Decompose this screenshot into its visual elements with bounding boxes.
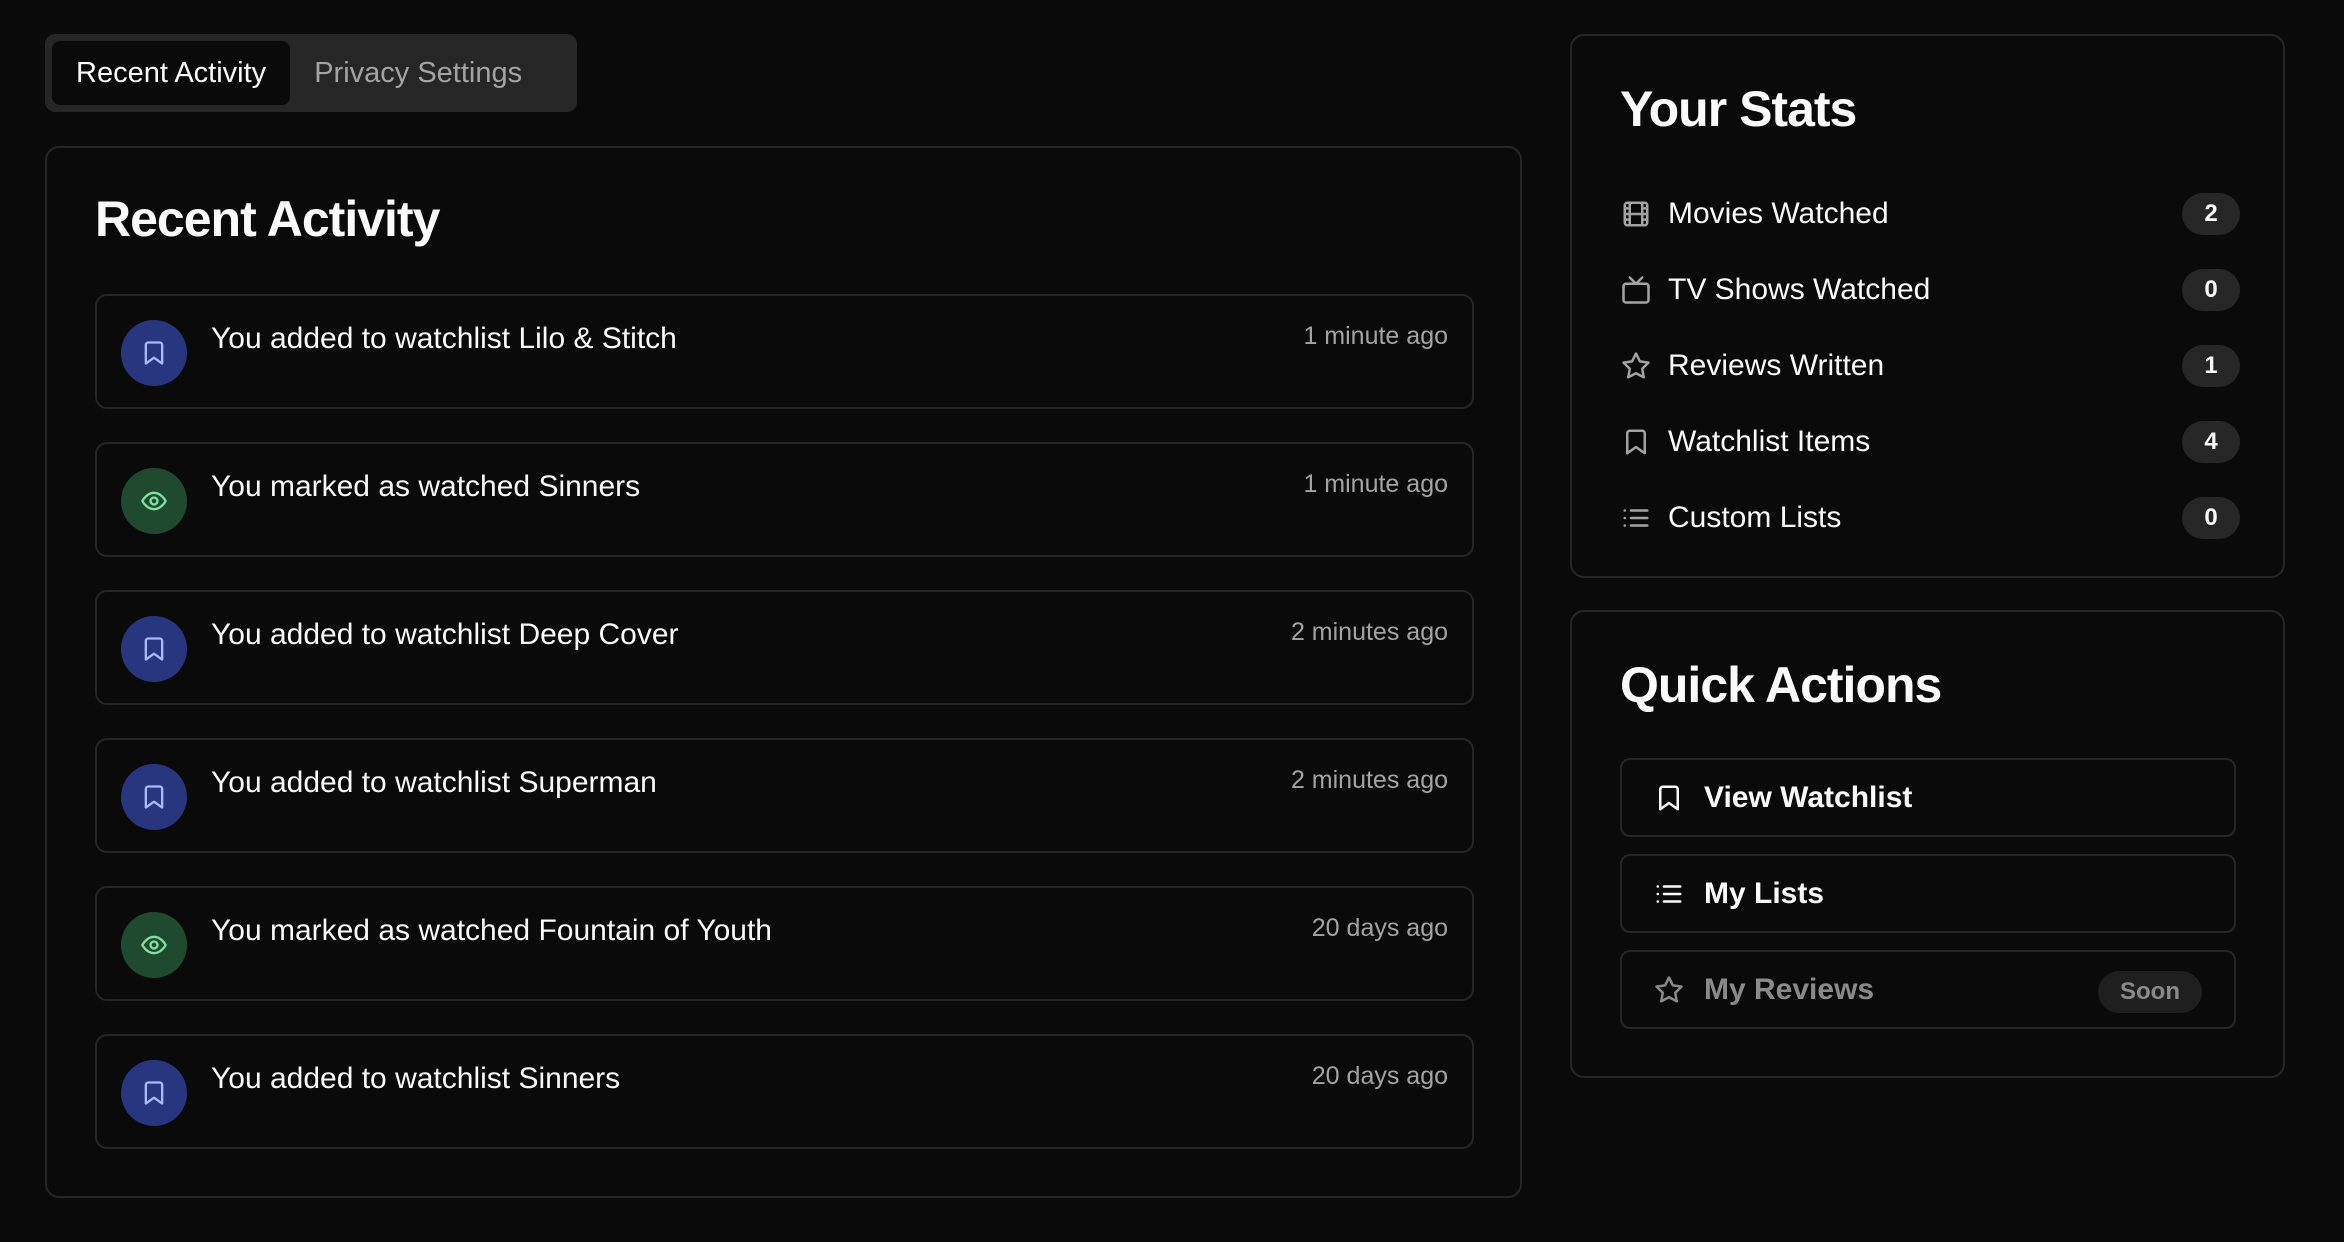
stat-row: TV Shows Watched 0: [1620, 252, 2240, 328]
activity-item[interactable]: You marked as watched Fountain of Youth 2…: [95, 886, 1474, 1001]
activity-avatar: [121, 468, 187, 534]
activity-timestamp: 1 minute ago: [1303, 322, 1448, 350]
eye-icon: [140, 487, 168, 515]
stat-label: Watchlist Items: [1668, 425, 1871, 458]
film-icon: [1620, 198, 1652, 230]
stat-row: Movies Watched 2: [1620, 176, 2240, 252]
stat-count-badge: 1: [2182, 345, 2240, 387]
recent-activity-card: Recent Activity You added to watchlist L…: [45, 146, 1522, 1198]
activity-avatar: [121, 764, 187, 830]
activity-text: You added to watchlist Deep Cover: [211, 618, 679, 652]
stat-row: Reviews Written 1: [1620, 328, 2240, 404]
activity-subject[interactable]: Deep Cover: [518, 618, 678, 651]
activity-item[interactable]: You marked as watched Sinners 1 minute ag…: [95, 442, 1474, 557]
tab-bar: Recent Activity Privacy Settings: [45, 34, 577, 112]
stat-label: Reviews Written: [1668, 349, 1885, 382]
activity-text: You added to watchlist Sinners: [211, 1062, 620, 1096]
activity-avatar: [121, 912, 187, 978]
activity-timestamp: 20 days ago: [1311, 1062, 1448, 1090]
tv-icon: [1620, 274, 1652, 306]
soon-badge: Soon: [2098, 971, 2202, 1013]
bookmark-icon: [140, 635, 168, 663]
stat-count-badge: 0: [2182, 269, 2240, 311]
action-label: My Lists: [1704, 876, 1825, 910]
stats-list: Movies Watched 2 TV Shows Watched 0 Reviews …: [1620, 176, 2240, 556]
activity-list: You added to watchlist Lilo & Stitch 1 mi…: [95, 294, 1474, 1149]
bookmark-icon: [140, 339, 168, 367]
activity-subject[interactable]: Sinners: [518, 1062, 620, 1095]
activity-action: You marked as watched: [211, 470, 531, 503]
stat-label: Movies Watched: [1668, 197, 1889, 230]
quick-actions-title: Quick Actions: [1620, 657, 1942, 713]
activity-subject[interactable]: Superman: [518, 766, 656, 799]
activity-timestamp: 20 days ago: [1311, 914, 1448, 942]
your-stats-title: Your Stats: [1620, 81, 1857, 137]
tab-privacy-settings[interactable]: Privacy Settings: [290, 41, 546, 105]
stat-row: Watchlist Items 4: [1620, 404, 2240, 480]
activity-action: You added to watchlist: [211, 618, 511, 651]
activity-item[interactable]: You added to watchlist Superman 2 minutes…: [95, 738, 1474, 853]
my-lists-button[interactable]: My Lists: [1620, 854, 2236, 933]
bookmark-icon: [140, 783, 168, 811]
activity-action: You added to watchlist: [211, 766, 511, 799]
activity-subject[interactable]: Sinners: [538, 470, 640, 503]
bookmark-icon: [1654, 783, 1684, 813]
star-icon: [1620, 350, 1652, 382]
tab-recent-activity[interactable]: Recent Activity: [52, 41, 291, 105]
quick-actions-list: View Watchlist My Lists My Reviews Soon: [1620, 758, 2236, 1029]
action-label: My Reviews: [1704, 972, 1875, 1006]
activity-action: You added to watchlist: [211, 1062, 511, 1095]
stat-row: Custom Lists 0: [1620, 480, 2240, 556]
bookmark-icon: [140, 1079, 168, 1107]
activity-timestamp: 1 minute ago: [1303, 470, 1448, 498]
star-icon: [1654, 975, 1684, 1005]
stat-count-badge: 0: [2182, 497, 2240, 539]
activity-text: You added to watchlist Superman: [211, 766, 657, 800]
activity-subject[interactable]: Fountain of Youth: [538, 914, 772, 947]
my-reviews-button: My Reviews Soon: [1620, 950, 2236, 1029]
stat-label: Custom Lists: [1668, 501, 1842, 534]
your-stats-card: Your Stats Movies Watched 2 TV Shows Watch…: [1570, 34, 2285, 578]
activity-avatar: [121, 320, 187, 386]
view-watchlist-button[interactable]: View Watchlist: [1620, 758, 2236, 837]
recent-activity-title: Recent Activity: [95, 191, 440, 247]
activity-subject[interactable]: Lilo & Stitch: [518, 322, 676, 355]
activity-timestamp: 2 minutes ago: [1290, 618, 1448, 646]
stat-count-badge: 2: [2182, 193, 2240, 235]
bookmark-icon: [1620, 426, 1652, 458]
quick-actions-card: Quick Actions View Watchlist My Lists My R…: [1570, 610, 2285, 1078]
activity-avatar: [121, 1060, 187, 1126]
activity-text: You added to watchlist Lilo & Stitch: [211, 322, 677, 356]
list-icon: [1620, 502, 1652, 534]
eye-icon: [140, 931, 168, 959]
activity-action: You marked as watched: [211, 914, 531, 947]
profile-page: Recent Activity Privacy Settings Recent …: [0, 0, 2344, 1242]
action-label: View Watchlist: [1704, 780, 1913, 814]
activity-item[interactable]: You added to watchlist Sinners 20 days ag…: [95, 1034, 1474, 1149]
list-icon: [1654, 879, 1684, 909]
activity-avatar: [121, 616, 187, 682]
activity-text: You marked as watched Fountain of Youth: [211, 914, 772, 948]
activity-item[interactable]: You added to watchlist Lilo & Stitch 1 mi…: [95, 294, 1474, 409]
stat-count-badge: 4: [2182, 421, 2240, 463]
activity-action: You added to watchlist: [211, 322, 511, 355]
activity-item[interactable]: You added to watchlist Deep Cover 2 minut…: [95, 590, 1474, 705]
activity-timestamp: 2 minutes ago: [1290, 766, 1448, 794]
stat-label: TV Shows Watched: [1668, 273, 1931, 306]
activity-text: You marked as watched Sinners: [211, 470, 640, 504]
